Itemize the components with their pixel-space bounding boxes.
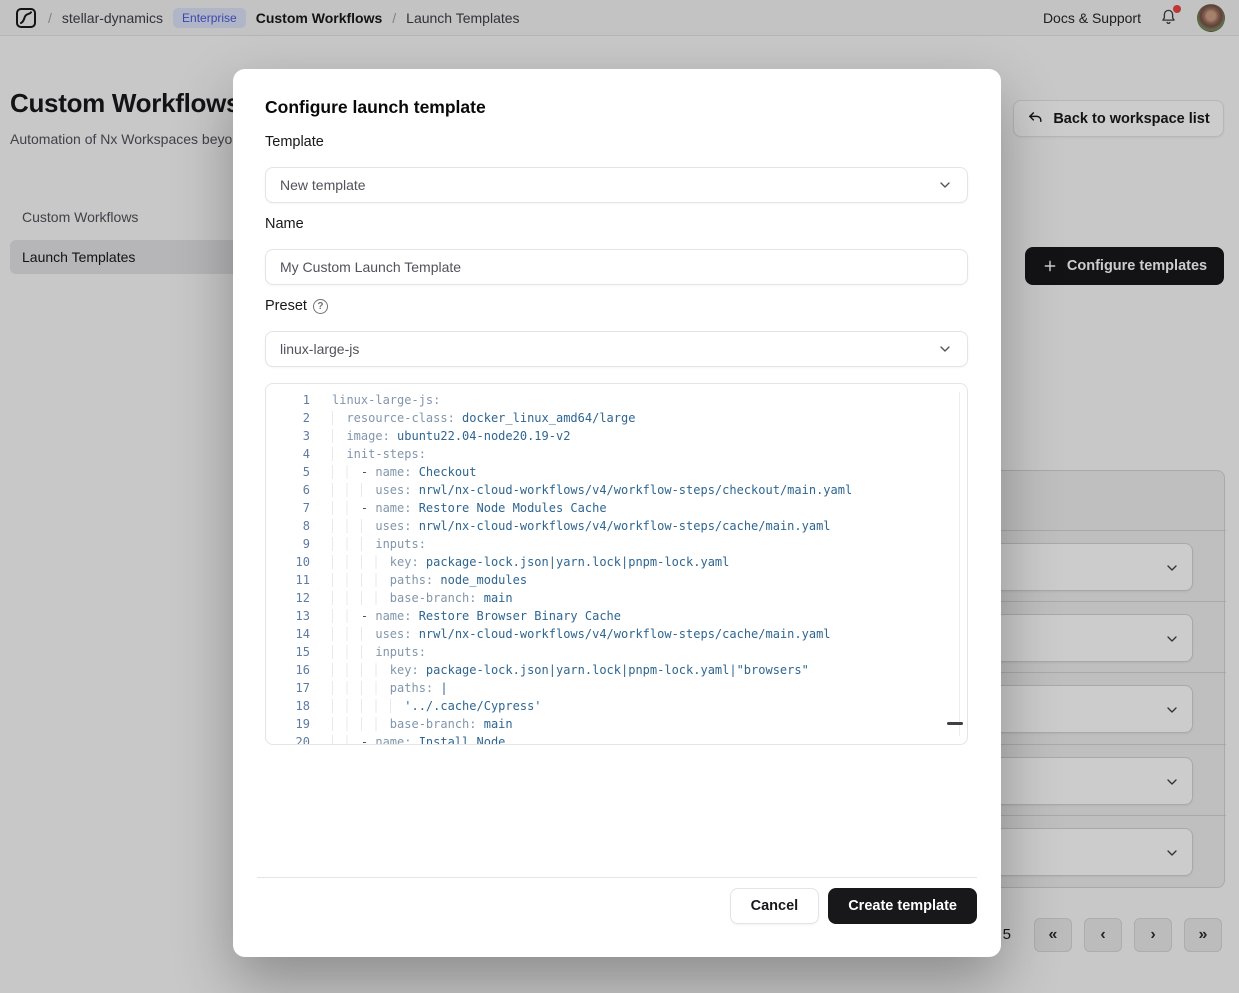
code-line: key: package-lock.json|yarn.lock|pnpm-lo… bbox=[332, 553, 852, 571]
name-field-label: Name bbox=[265, 216, 304, 232]
create-template-button[interactable]: Create template bbox=[828, 888, 977, 924]
line-number: 9 bbox=[266, 535, 310, 553]
line-number: 20 bbox=[266, 733, 310, 745]
chevron-down-icon bbox=[937, 341, 953, 357]
line-number: 14 bbox=[266, 625, 310, 643]
line-number: 3 bbox=[266, 427, 310, 445]
code-lines: linux-large-js: resource-class: docker_l… bbox=[310, 391, 852, 745]
code-line: uses: nrwl/nx-cloud-workflows/v4/workflo… bbox=[332, 481, 852, 499]
editor-scrollbar-track bbox=[959, 392, 960, 736]
modal-footer: Cancel Create template bbox=[730, 888, 977, 924]
line-number: 19 bbox=[266, 715, 310, 733]
line-number: 7 bbox=[266, 499, 310, 517]
preset-field-label: Preset ? bbox=[265, 298, 328, 314]
code-line: - name: Restore Browser Binary Cache bbox=[332, 607, 852, 625]
footer-divider bbox=[257, 877, 977, 878]
code-line: '../.cache/Cypress' bbox=[332, 697, 852, 715]
modal-title: Configure launch template bbox=[265, 97, 486, 118]
line-number: 13 bbox=[266, 607, 310, 625]
code-line: base-branch: main bbox=[332, 715, 852, 733]
template-field-label: Template bbox=[265, 134, 324, 150]
code-line: init-steps: bbox=[332, 445, 852, 463]
line-number: 10 bbox=[266, 553, 310, 571]
code-line: paths: | bbox=[332, 679, 852, 697]
code-line: linux-large-js: bbox=[332, 391, 852, 409]
line-number: 17 bbox=[266, 679, 310, 697]
line-number: 12 bbox=[266, 589, 310, 607]
help-icon[interactable]: ? bbox=[313, 299, 328, 314]
code-line: - name: Restore Node Modules Cache bbox=[332, 499, 852, 517]
editor-scrollbar-thumb[interactable] bbox=[947, 722, 963, 725]
line-number: 4 bbox=[266, 445, 310, 463]
code-line: - name: Checkout bbox=[332, 463, 852, 481]
code-line: uses: nrwl/nx-cloud-workflows/v4/workflo… bbox=[332, 625, 852, 643]
line-number: 1 bbox=[266, 391, 310, 409]
line-number: 16 bbox=[266, 661, 310, 679]
code-line: base-branch: main bbox=[332, 589, 852, 607]
preset-select-value: linux-large-js bbox=[280, 341, 359, 357]
line-number: 2 bbox=[266, 409, 310, 427]
line-number: 15 bbox=[266, 643, 310, 661]
app-screen: / stellar-dynamics Enterprise Custom Wor… bbox=[0, 0, 1239, 993]
template-select-value: New template bbox=[280, 177, 366, 193]
name-input[interactable] bbox=[265, 249, 968, 285]
code-line: uses: nrwl/nx-cloud-workflows/v4/workflo… bbox=[332, 517, 852, 535]
configure-launch-template-modal: Configure launch template Template New t… bbox=[233, 69, 1001, 957]
code-line: paths: node_modules bbox=[332, 571, 852, 589]
cancel-button[interactable]: Cancel bbox=[730, 888, 820, 924]
line-number: 8 bbox=[266, 517, 310, 535]
preset-label-text: Preset bbox=[265, 298, 307, 314]
code-line: inputs: bbox=[332, 643, 852, 661]
code-gutter: 1234567891011121314151617181920 bbox=[266, 391, 310, 745]
line-number: 18 bbox=[266, 697, 310, 715]
code-line: key: package-lock.json|yarn.lock|pnpm-lo… bbox=[332, 661, 852, 679]
preset-select[interactable]: linux-large-js bbox=[265, 331, 968, 367]
code-line: resource-class: docker_linux_amd64/large bbox=[332, 409, 852, 427]
line-number: 11 bbox=[266, 571, 310, 589]
code-line: inputs: bbox=[332, 535, 852, 553]
code-line: image: ubuntu22.04-node20.19-v2 bbox=[332, 427, 852, 445]
line-number: 5 bbox=[266, 463, 310, 481]
chevron-down-icon bbox=[937, 177, 953, 193]
code-line: - name: Install Node bbox=[332, 733, 852, 745]
code-editor[interactable]: 1234567891011121314151617181920 linux-la… bbox=[265, 383, 968, 745]
template-select[interactable]: New template bbox=[265, 167, 968, 203]
line-number: 6 bbox=[266, 481, 310, 499]
